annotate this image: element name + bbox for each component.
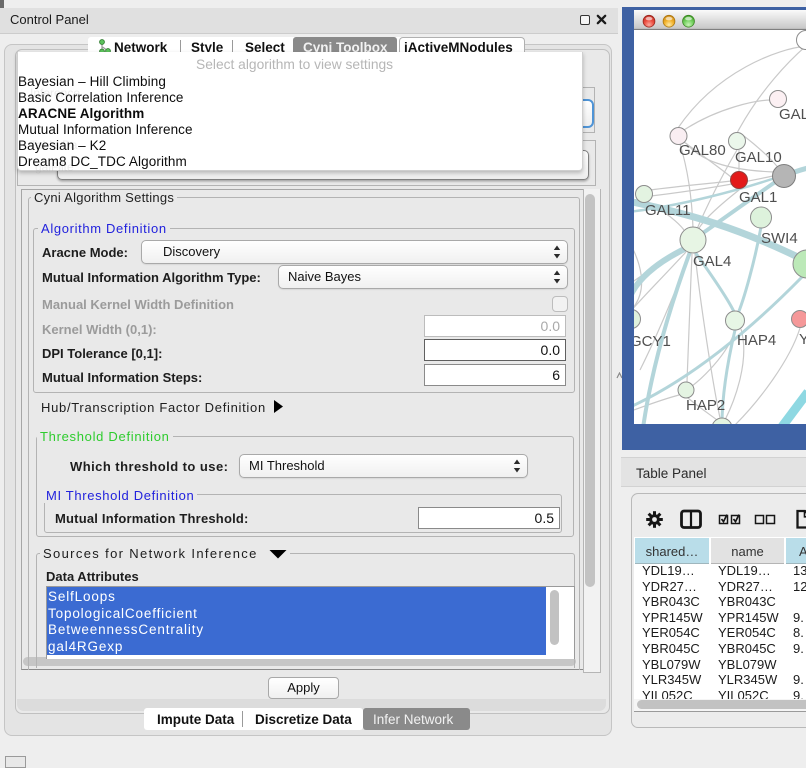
svg-text:GAL4: GAL4 [693,253,731,270]
svg-text:GAL10: GAL10 [735,149,782,166]
svg-text:GCY1: GCY1 [630,333,671,350]
svg-text:GAL1: GAL1 [739,189,777,206]
svg-text:GAL11: GAL11 [645,202,691,219]
svg-text:Y: Y [799,331,806,348]
svg-text:GAL80: GAL80 [679,142,726,159]
svg-text:HAP2: HAP2 [686,397,725,414]
svg-text:SWI4: SWI4 [761,230,798,247]
svg-text:GAL7: GAL7 [779,106,806,123]
svg-text:HAP4: HAP4 [737,332,776,349]
